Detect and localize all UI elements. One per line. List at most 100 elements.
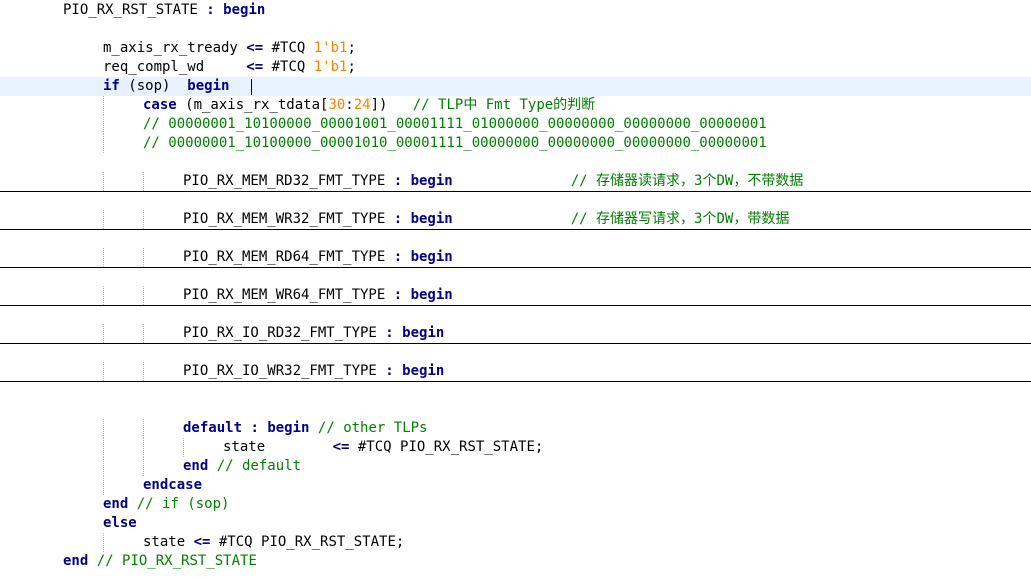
token-comment: // default — [216, 458, 302, 474]
code-line-content: PIO_RX_RST_STATE : begin — [63, 1, 265, 20]
code-line[interactable]: else — [0, 514, 1031, 533]
token-identifier: #TCQ — [271, 40, 314, 56]
code-line[interactable]: PIO_RX_IO_RD32_FMT_TYPE : begin — [0, 324, 1031, 344]
token-identifier: ; — [347, 59, 356, 75]
code-line[interactable]: end // PIO_RX_RST_STATE — [0, 552, 1031, 571]
code-line[interactable] — [0, 20, 1031, 39]
code-line-content: PIO_RX_IO_RD32_FMT_TYPE : begin — [183, 324, 444, 343]
indent-guide — [103, 324, 104, 343]
code-line[interactable]: state <= #TCQ PIO_RX_RST_STATE; — [0, 438, 1031, 457]
indent-guide — [103, 134, 104, 153]
token-identifier — [88, 553, 96, 569]
code-line[interactable]: case (m_axis_rx_tdata[30:24]) // TLP中 Fm… — [0, 96, 1031, 115]
code-line[interactable]: req_compl_wd <= #TCQ 1'b1; — [0, 58, 1031, 77]
code-line[interactable] — [0, 305, 1031, 324]
code-line[interactable]: PIO_RX_RST_STATE : begin — [0, 1, 1031, 20]
token-identifier: m_axis_rx_tready — [103, 40, 247, 56]
code-line-content: PIO_RX_MEM_RD32_FMT_TYPE : begin // 存储器读… — [183, 172, 803, 191]
token-identifier: : — [345, 97, 354, 113]
code-line[interactable] — [0, 343, 1031, 362]
code-line[interactable]: PIO_RX_MEM_WR32_FMT_TYPE : begin // 存储器写… — [0, 210, 1031, 230]
token-identifier — [208, 458, 216, 474]
token-identifier: #TCQ PIO_RX_RST_STATE; — [218, 534, 405, 550]
code-line[interactable] — [0, 400, 1031, 419]
indent-guide — [103, 210, 104, 229]
token-identifier — [453, 173, 571, 189]
token-operator: : — [393, 287, 411, 303]
token-operator: : — [393, 211, 411, 227]
token-keyword: begin — [410, 287, 453, 303]
token-operator: <= — [246, 59, 272, 75]
code-line[interactable] — [0, 191, 1031, 210]
code-line[interactable]: PIO_RX_MEM_RD64_FMT_TYPE : begin — [0, 248, 1031, 268]
indent-guide — [103, 362, 104, 381]
indent-guide — [103, 476, 104, 495]
code-line-content: else — [103, 514, 137, 533]
code-line-content: state <= #TCQ PIO_RX_RST_STATE; — [223, 438, 543, 457]
token-identifier: (m_axis_rx_tdata[ — [176, 97, 329, 113]
token-keyword: end — [63, 553, 89, 569]
code-line[interactable]: m_axis_rx_tready <= #TCQ 1'b1; — [0, 39, 1031, 58]
indent-guide — [103, 533, 104, 552]
indent-guide — [143, 419, 144, 438]
indent-guide — [143, 248, 144, 267]
code-line-content: req_compl_wd <= #TCQ 1'b1; — [103, 58, 356, 77]
token-comment: // 00000001_10100000_00001010_00001111_0… — [143, 135, 767, 151]
token-comment: // 存储器写请求，3个DW，带数据 — [570, 211, 790, 227]
indent-guide — [103, 96, 104, 115]
token-keyword: case — [143, 97, 177, 113]
token-keyword: begin — [223, 2, 266, 18]
token-operator: <= — [332, 439, 358, 455]
indent-guide — [143, 438, 144, 457]
token-operator: : — [393, 173, 411, 189]
token-operator: : — [385, 325, 403, 341]
code-line[interactable] — [0, 381, 1031, 400]
token-keyword: begin — [402, 325, 445, 341]
indent-guide — [103, 419, 104, 438]
token-operator: : — [242, 420, 268, 436]
code-line-content: default : begin // other TLPs — [183, 419, 427, 438]
indent-guide — [143, 324, 144, 343]
token-keyword: begin — [410, 211, 453, 227]
code-line[interactable] — [0, 229, 1031, 248]
token-identifier — [453, 211, 571, 227]
code-line-current[interactable]: if (sop) begin — [0, 77, 1031, 96]
token-comment: // TLP中 Fmt Type的判断 — [412, 97, 596, 113]
text-cursor — [251, 79, 252, 95]
code-line[interactable]: end // default — [0, 457, 1031, 476]
code-line[interactable]: // 00000001_10100000_00001010_00001111_0… — [0, 134, 1031, 153]
indent-guide — [183, 438, 184, 457]
token-identifier — [128, 496, 136, 512]
token-identifier: PIO_RX_IO_RD32_FMT_TYPE — [183, 325, 386, 341]
code-line[interactable]: default : begin // other TLPs — [0, 419, 1031, 438]
code-line[interactable] — [0, 153, 1031, 172]
code-line[interactable]: PIO_RX_IO_WR32_FMT_TYPE : begin — [0, 362, 1031, 382]
code-line-content: state <= #TCQ PIO_RX_RST_STATE; — [143, 533, 404, 552]
code-line-content: case (m_axis_rx_tdata[30:24]) // TLP中 Fm… — [143, 96, 595, 115]
code-line-content: m_axis_rx_tready <= #TCQ 1'b1; — [103, 39, 356, 58]
indent-guide — [143, 362, 144, 381]
code-line[interactable]: state <= #TCQ PIO_RX_RST_STATE; — [0, 533, 1031, 552]
token-number-literal: 30 — [328, 97, 346, 113]
token-operator: <= — [193, 534, 219, 550]
code-line[interactable]: // 00000001_10100000_00001001_00001111_0… — [0, 115, 1031, 134]
token-identifier — [309, 420, 317, 436]
token-operator: <= — [246, 40, 272, 56]
code-line[interactable]: PIO_RX_MEM_RD32_FMT_TYPE : begin // 存储器读… — [0, 172, 1031, 192]
indent-guide — [143, 210, 144, 229]
code-line[interactable]: PIO_RX_MEM_WR64_FMT_TYPE : begin — [0, 286, 1031, 306]
token-comment: // 00000001_10100000_00001001_00001111_0… — [143, 116, 767, 132]
token-identifier: ]) — [370, 97, 413, 113]
code-editor[interactable]: PIO_RX_RST_STATE : begin m_axis_rx_tready… — [0, 0, 1031, 578]
code-line-content: // 00000001_10100000_00001001_00001111_0… — [143, 115, 767, 134]
token-comment: // 存储器读请求，3个DW，不带数据 — [570, 173, 804, 189]
code-line-content: // 00000001_10100000_00001010_00001111_0… — [143, 134, 767, 153]
token-identifier: (sop) — [119, 78, 188, 94]
token-identifier: state — [223, 439, 333, 455]
code-line[interactable]: end // if (sop) — [0, 495, 1031, 514]
token-keyword: begin — [402, 363, 445, 379]
code-line[interactable] — [0, 267, 1031, 286]
token-identifier: ; — [347, 40, 356, 56]
code-line-content: end // default — [183, 457, 301, 476]
code-line[interactable]: endcase — [0, 476, 1031, 495]
